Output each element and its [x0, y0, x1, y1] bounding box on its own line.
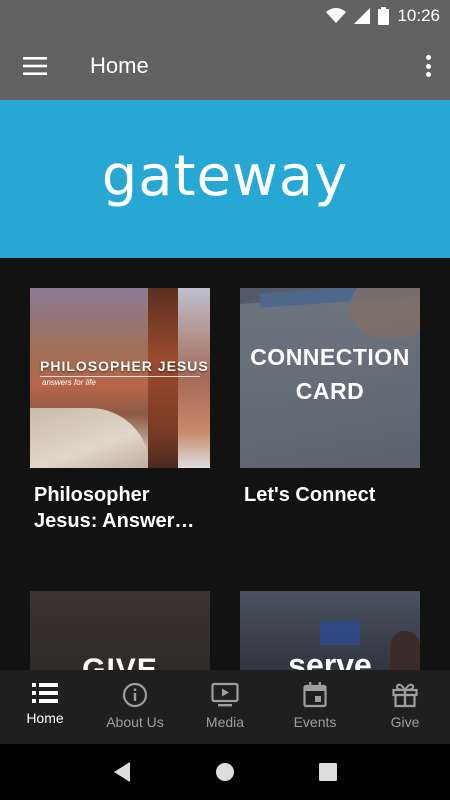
nav-item-events[interactable]: Events	[270, 670, 360, 744]
calendar-icon	[303, 682, 327, 708]
back-button[interactable]	[102, 752, 142, 792]
status-time: 10:26	[397, 6, 440, 25]
bottom-navigation: Home About Us Media Events Give	[0, 670, 450, 744]
back-triangle-icon	[113, 762, 130, 782]
card-image: CONNECTION CARD	[240, 288, 420, 468]
nav-label: Media	[205, 714, 245, 730]
cell-signal-icon	[354, 8, 371, 24]
card-title: Philosopher Jesus: Answer…	[34, 484, 195, 532]
media-icon	[211, 682, 239, 707]
card-give[interactable]: GIVE	[30, 591, 210, 670]
nav-label: About Us	[106, 714, 164, 730]
nav-label: Give	[390, 714, 420, 730]
card-philosopher-jesus[interactable]: PHILOSOPHER JESUS answers for life Philo…	[30, 288, 210, 534]
list-icon	[32, 683, 58, 703]
overflow-dot-icon	[425, 72, 431, 77]
gateway-logo: gateway	[101, 143, 349, 209]
menu-button[interactable]	[0, 32, 70, 100]
card-lets-connect[interactable]: CONNECTION CARD Let's Connect	[240, 288, 420, 508]
card-image-text: serve	[288, 647, 372, 670]
home-circle-icon	[215, 763, 234, 781]
card-image: serve	[240, 591, 420, 670]
card-image-text-line2: CARD	[295, 378, 365, 404]
nav-item-media[interactable]: Media	[180, 670, 270, 744]
card-image-subtext: answers for life	[42, 378, 96, 387]
app-bar: Home	[0, 32, 450, 100]
system-navigation-bar	[0, 744, 450, 800]
home-button[interactable]	[205, 752, 245, 792]
canyon-shape	[148, 288, 178, 468]
nav-item-give[interactable]: Give	[360, 670, 450, 744]
overflow-menu-button[interactable]	[420, 52, 436, 80]
overflow-dot-icon	[425, 63, 431, 69]
info-icon	[122, 682, 148, 708]
card-image-text-line1: CONNECTION	[250, 344, 410, 370]
card-image: PHILOSOPHER JESUS answers for life	[30, 288, 210, 468]
card-title: Let's Connect	[244, 484, 376, 506]
battery-icon	[378, 7, 390, 25]
hamburger-icon	[23, 57, 47, 75]
nav-label: Events	[293, 714, 337, 730]
content-grid: PHILOSOPHER JESUS answers for life Philo…	[0, 258, 450, 670]
overflow-dot-icon	[425, 55, 431, 60]
status-bar: 10:26	[0, 0, 450, 32]
card-image: GIVE	[30, 591, 210, 670]
brand-banner: gateway	[0, 100, 450, 258]
card-image-text: PHILOSOPHER JESUS	[40, 358, 209, 374]
nav-item-home[interactable]: Home	[0, 670, 90, 744]
recents-square-icon	[319, 763, 338, 781]
nav-label: Home	[26, 710, 64, 726]
card-serve[interactable]: serve	[240, 591, 420, 670]
card-image-text: CONNECTION CARD	[240, 340, 420, 408]
gift-icon	[392, 683, 418, 708]
page-title: Home	[90, 53, 149, 78]
recents-button[interactable]	[308, 752, 348, 792]
wifi-icon	[326, 8, 347, 23]
rock-shape	[30, 408, 150, 468]
card-image-text: GIVE	[82, 653, 158, 670]
canyon-shape	[178, 288, 210, 468]
nav-item-about-us[interactable]: About Us	[90, 670, 180, 744]
screen-shape	[320, 621, 360, 645]
divider	[40, 376, 200, 377]
